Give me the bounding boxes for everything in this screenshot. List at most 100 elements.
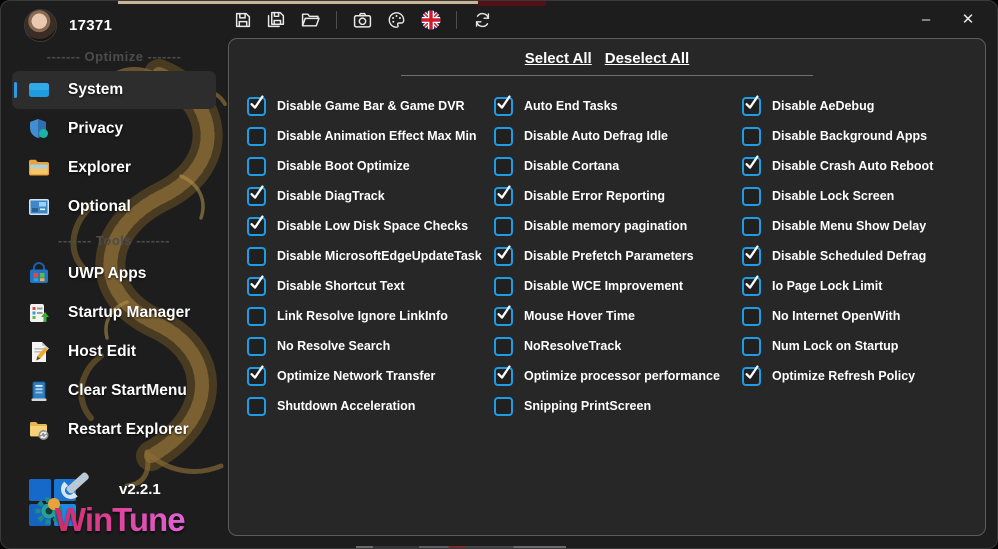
tweak-label: Disable Game Bar & Game DVR — [277, 99, 465, 113]
tweak-row: Disable Auto Defrag Idle — [494, 121, 720, 151]
checkbox-checked[interactable] — [742, 94, 761, 116]
checkbox-unchecked[interactable] — [247, 306, 266, 326]
checkbox-unchecked[interactable] — [742, 306, 761, 326]
checkbox-checked[interactable] — [742, 364, 761, 386]
checkbox-checked[interactable] — [247, 94, 266, 116]
sidebar-item-uwp-apps[interactable]: UWP Apps — [12, 255, 216, 293]
checkbox-unchecked[interactable] — [247, 396, 266, 416]
sidebar-item-label: Clear StartMenu — [68, 382, 187, 399]
tweak-label: Disable Crash Auto Reboot — [772, 159, 934, 173]
tweak-row: Mouse Hover Time — [494, 301, 720, 331]
checkbox-unchecked[interactable] — [247, 246, 266, 266]
sidebar-item-label: Optional — [68, 198, 131, 215]
checkbox-unchecked[interactable] — [742, 336, 761, 356]
sidebar: 17371 ------- Optimize ------- System Priv… — [1, 1, 227, 548]
tweak-row: Optimize Network Transfer — [247, 361, 482, 391]
palette-icon — [387, 11, 406, 29]
minimize-button[interactable]: – — [909, 5, 943, 33]
sidebar-item-optional[interactable]: Optional — [12, 188, 216, 226]
checkbox-column-1: Disable Game Bar & Game DVR Disable Anima… — [247, 91, 482, 421]
tweak-label: Disable Auto Defrag Idle — [524, 129, 669, 143]
checkbox-unchecked[interactable] — [494, 156, 513, 176]
sidebar-item-clear-startmenu[interactable]: Clear StartMenu — [12, 372, 216, 410]
checkbox-checked[interactable] — [742, 244, 761, 266]
checkbox-unchecked[interactable] — [247, 156, 266, 176]
save-as-icon — [267, 11, 286, 29]
checkbox-unchecked[interactable] — [742, 216, 761, 236]
refresh-icon — [473, 11, 492, 29]
tweak-row: Disable Error Reporting — [494, 181, 720, 211]
tweak-label: Snipping PrintScreen — [524, 399, 652, 413]
theme-button[interactable] — [383, 6, 410, 33]
checkbox-unchecked[interactable] — [494, 336, 513, 356]
checkbox-checked[interactable] — [494, 364, 513, 386]
screenshot-button[interactable] — [349, 6, 376, 33]
checkbox-unchecked[interactable] — [494, 126, 513, 146]
checkbox-unchecked[interactable] — [494, 276, 513, 296]
checkbox-unchecked[interactable] — [494, 396, 513, 416]
tweak-label: Optimize processor performance — [524, 369, 720, 383]
tweak-row: Disable MicrosoftEdgeUpdateTask — [247, 241, 482, 271]
clear-startmenu-icon — [27, 379, 51, 403]
tweak-row: Snipping PrintScreen — [494, 391, 720, 421]
checkbox-checked[interactable] — [494, 304, 513, 326]
tweak-label: Optimize Network Transfer — [277, 369, 436, 383]
tweak-label: Num Lock on Startup — [772, 339, 899, 353]
tweak-row: Disable Animation Effect Max Min — [247, 121, 482, 151]
checkbox-checked[interactable] — [247, 274, 266, 296]
tweak-label: Link Resolve Ignore LinkInfo — [277, 309, 448, 323]
close-button[interactable]: ✕ — [951, 5, 985, 33]
select-all-link[interactable]: Select All — [525, 50, 592, 67]
refresh-button[interactable] — [469, 6, 496, 33]
toolbar-separator — [336, 10, 337, 29]
tweak-row: Disable Crash Auto Reboot — [742, 151, 933, 181]
tweak-label: No Internet OpenWith — [772, 309, 901, 323]
sidebar-item-startup-manager[interactable]: Startup Manager — [12, 294, 216, 332]
tweak-label: Disable memory pagination — [524, 219, 688, 233]
checkbox-checked[interactable] — [742, 274, 761, 296]
checkbox-checked[interactable] — [247, 214, 266, 236]
sidebar-item-restart-explorer[interactable]: Restart Explorer — [12, 411, 216, 449]
save-button[interactable] — [229, 6, 256, 33]
tweak-label: Optimize Refresh Policy — [772, 369, 916, 383]
window-controls: – ✕ — [909, 5, 985, 33]
language-button[interactable] — [417, 6, 444, 33]
avatar[interactable] — [25, 10, 56, 41]
sidebar-item-host-edit[interactable]: Host Edit — [12, 333, 216, 371]
checkbox-checked[interactable] — [247, 364, 266, 386]
uwp-apps-icon — [27, 262, 51, 286]
tweak-label: Disable Low Disk Space Checks — [277, 219, 469, 233]
checkbox-unchecked[interactable] — [247, 336, 266, 356]
save-as-button[interactable] — [263, 6, 290, 33]
checkbox-checked[interactable] — [247, 184, 266, 206]
tweak-row: Disable Low Disk Space Checks — [247, 211, 482, 241]
system-icon — [27, 78, 51, 102]
deselect-all-link[interactable]: Deselect All — [605, 50, 690, 67]
checkbox-unchecked[interactable] — [742, 186, 761, 206]
app-window: – ✕ 17371 ------- Optimize ------- Syste… — [0, 0, 998, 549]
checkbox-unchecked[interactable] — [494, 216, 513, 236]
save-icon — [234, 11, 252, 29]
checkbox-checked[interactable] — [742, 154, 761, 176]
checkbox-checked[interactable] — [494, 94, 513, 116]
tweak-row: Disable Shortcut Text — [247, 271, 482, 301]
sidebar-item-system[interactable]: System — [12, 71, 216, 109]
tweak-row: Disable Boot Optimize — [247, 151, 482, 181]
tweak-row: Disable Background Apps — [742, 121, 933, 151]
tweak-row: Num Lock on Startup — [742, 331, 933, 361]
sidebar-item-privacy[interactable]: Privacy — [12, 110, 216, 148]
tweak-row: Disable Scheduled Defrag — [742, 241, 933, 271]
open-file-button[interactable] — [297, 6, 324, 33]
section-separator: ------- Tools ------- — [57, 233, 171, 248]
tweak-row: No Resolve Search — [247, 331, 482, 361]
checkbox-checked[interactable] — [494, 244, 513, 266]
tweak-row: No Internet OpenWith — [742, 301, 933, 331]
sidebar-item-label: Startup Manager — [68, 304, 191, 321]
tweak-label: Disable Lock Screen — [772, 189, 895, 203]
optional-icon — [27, 195, 51, 219]
tweak-row: Shutdown Acceleration — [247, 391, 482, 421]
checkbox-unchecked[interactable] — [742, 126, 761, 146]
checkbox-checked[interactable] — [494, 184, 513, 206]
sidebar-item-explorer[interactable]: Explorer — [12, 149, 216, 187]
checkbox-unchecked[interactable] — [247, 126, 266, 146]
